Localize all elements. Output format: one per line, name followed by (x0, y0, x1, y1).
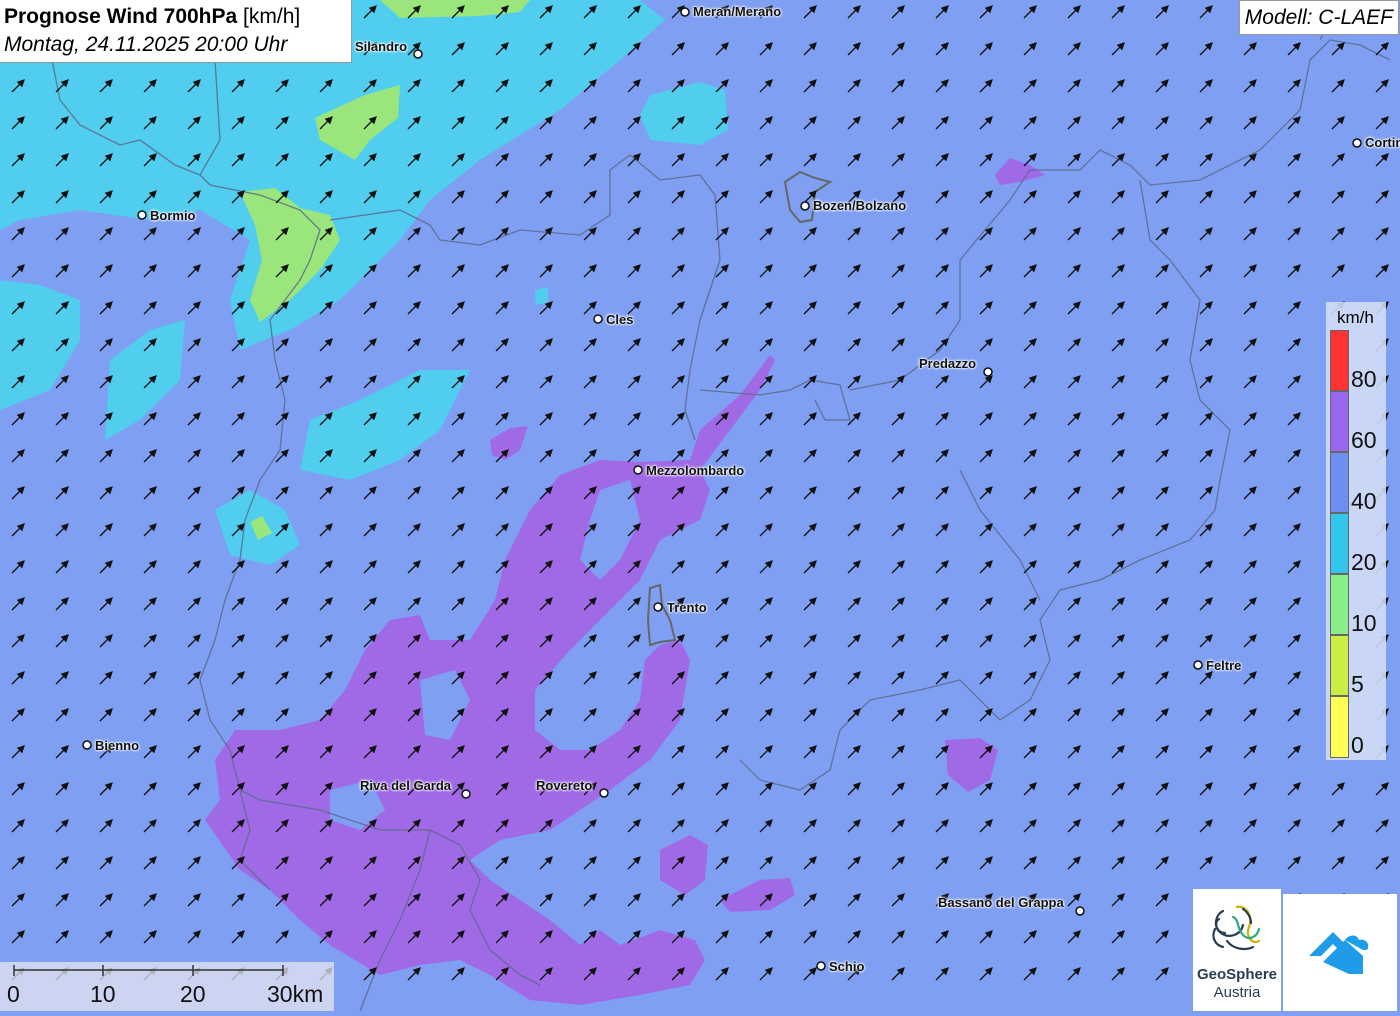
legend-label-80: 80 (1351, 366, 1377, 392)
scale-label-20: 20 (180, 981, 206, 1007)
geosphere-logo-text: GeoSphere Austria (1193, 966, 1281, 1002)
cloud-logo[interactable] (1283, 894, 1397, 1011)
city-label-bolzano: Bozen/Bolzano (813, 198, 907, 213)
model-label: Modell: C-LAEF (1238, 0, 1399, 35)
city-label-predazzo: Predazzo (919, 356, 977, 371)
legend-label-10: 10 (1351, 610, 1377, 636)
city-label-bassano: Bassano del Grappa (938, 895, 1064, 910)
scale-label-10: 10 (90, 981, 116, 1007)
legend-swatch-40-60 (1330, 452, 1349, 513)
legend-label-0: 0 (1351, 732, 1364, 758)
geosphere-logo-icon (1212, 905, 1261, 951)
map-title: Prognose Wind 700hPa (4, 5, 238, 28)
title-box: Prognose Wind 700hPa [km/h] Montag, 24.1… (0, 0, 352, 63)
legend-swatch-60-80 (1330, 391, 1349, 452)
geosphere-logo-line2: Austria (1213, 984, 1261, 1001)
legend-label-40: 40 (1351, 488, 1377, 514)
legend-swatch-20-40 (1330, 513, 1349, 574)
city-label-riva-del-garda: Riva del Garda (360, 778, 452, 793)
city-label-bormio: Bormio (150, 208, 196, 223)
city-label-mezzolombardo: Mezzolombardo (646, 463, 745, 478)
city-label-rovereto: Rovereto (536, 778, 593, 793)
city-label-schio: Schio (829, 959, 865, 974)
legend-swatch-10-20 (1330, 574, 1349, 635)
city-label-feltre: Feltre (1206, 658, 1242, 673)
legend-label-60: 60 (1351, 427, 1377, 453)
forecast-datetime: Montag, 24.11.2025 20:00 Uhr (4, 33, 288, 56)
legend-swatch-0-5 (1330, 696, 1349, 758)
city-label-cles: Cles (606, 312, 634, 327)
map-title-unit: [km/h] (243, 5, 301, 28)
city-label-trento: Trento (667, 600, 707, 615)
legend-label-5: 5 (1351, 671, 1364, 697)
cloud-arrow-logo-icon (1309, 932, 1369, 974)
scale-label-30km: 30km (267, 981, 324, 1007)
legend-unit: km/h (1337, 308, 1374, 327)
city-label-bienno: Bienno (95, 738, 140, 753)
legend-swatch-5-10 (1330, 635, 1349, 696)
city-label-cortina: Cortina (1365, 135, 1400, 150)
geosphere-logo-line1: GeoSphere (1196, 966, 1278, 983)
legend-swatch-above-80 (1330, 330, 1349, 391)
city-label-silandro: Silandro (355, 39, 408, 54)
scale-label-0: 0 (7, 981, 20, 1007)
city-label-meran: Meran/Merano (693, 4, 782, 19)
legend-label-20: 20 (1351, 549, 1377, 575)
wind-map (0, 0, 1400, 1011)
